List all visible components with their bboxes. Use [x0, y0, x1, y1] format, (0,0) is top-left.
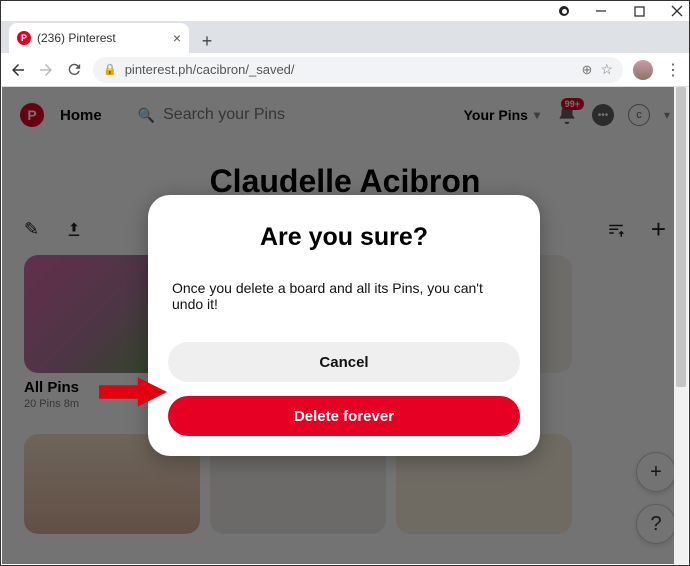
- browser-toolbar: 🔒 pinterest.ph/cacibron/_saved/ ⊕ ☆ ⋮: [1, 53, 689, 87]
- bookmark-star-icon[interactable]: ☆: [600, 61, 613, 78]
- modal-body: Once you delete a board and all its Pins…: [168, 280, 520, 312]
- tab-title: (236) Pinterest: [37, 31, 167, 45]
- lock-icon: 🔒: [103, 63, 117, 76]
- url-text: pinterest.ph/cacibron/_saved/: [125, 62, 574, 77]
- new-tab-button[interactable]: +: [195, 29, 219, 53]
- vertical-scrollbar[interactable]: [674, 87, 688, 564]
- window-titlebar: [1, 1, 689, 21]
- back-button[interactable]: [9, 61, 27, 79]
- minimize-button[interactable]: [595, 5, 607, 17]
- browser-tab[interactable]: P (236) Pinterest ×: [9, 23, 189, 53]
- profile-avatar-icon[interactable]: [633, 60, 653, 80]
- browser-tabstrip: P (236) Pinterest × +: [1, 21, 689, 53]
- forward-button[interactable]: [37, 61, 55, 79]
- record-icon: [559, 6, 569, 16]
- maximize-button[interactable]: [633, 5, 645, 17]
- modal-title: Are you sure?: [168, 223, 520, 252]
- scrollbar-thumb[interactable]: [676, 87, 686, 387]
- reload-button[interactable]: [65, 61, 83, 79]
- browser-menu-icon[interactable]: ⋮: [665, 60, 681, 80]
- close-window-button[interactable]: [671, 5, 683, 17]
- cancel-button[interactable]: Cancel: [168, 342, 520, 382]
- address-bar[interactable]: 🔒 pinterest.ph/cacibron/_saved/ ⊕ ☆: [93, 57, 623, 83]
- confirm-delete-modal: Are you sure? Once you delete a board an…: [148, 195, 540, 456]
- delete-forever-button[interactable]: Delete forever: [168, 396, 520, 436]
- install-icon[interactable]: ⊕: [582, 62, 593, 78]
- tab-close-icon[interactable]: ×: [173, 30, 181, 46]
- pinterest-favicon: P: [17, 31, 31, 45]
